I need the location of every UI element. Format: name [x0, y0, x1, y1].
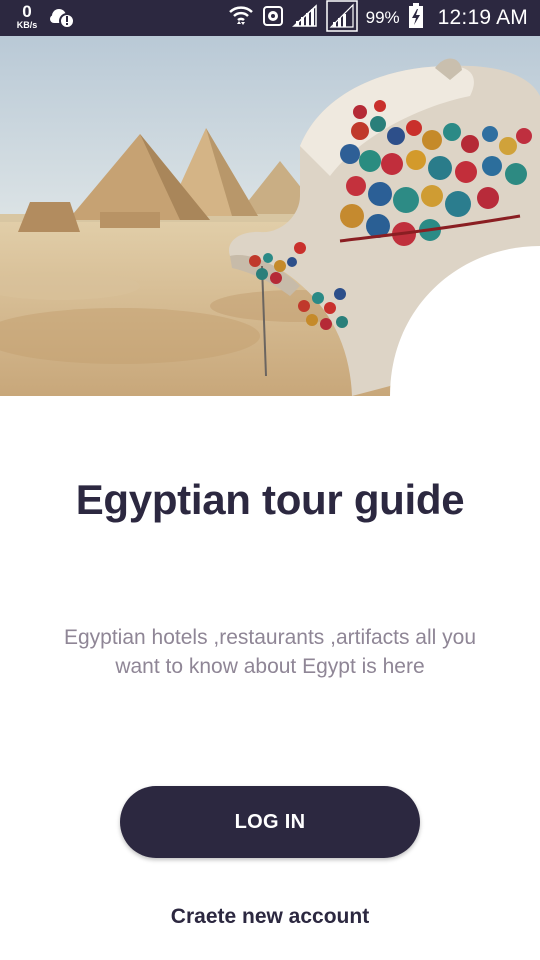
hero-image — [0, 36, 540, 396]
status-bar: 0 KB/s 99% 12:19 AM — [0, 0, 540, 36]
battery-charging-icon — [408, 2, 424, 34]
cloud-alert-icon — [50, 7, 76, 34]
status-right: 99% 12:19 AM — [228, 0, 528, 36]
welcome-screen: 0 KB/s 99% 12:19 AM Egyptian tour guide … — [0, 0, 540, 960]
signal-sim2-icon — [325, 0, 358, 37]
network-speed-value: 0 — [22, 2, 32, 21]
wifi-icon — [228, 3, 254, 34]
network-speed: 0 KB/s — [12, 3, 42, 30]
vpn-icon — [262, 5, 284, 32]
network-speed-unit: KB/s — [16, 20, 38, 30]
login-button[interactable]: LOG IN — [120, 786, 420, 858]
battery-percent: 99% — [365, 8, 400, 27]
app-tagline: Egyptian hotels ,restaurants ,artifacts … — [63, 626, 477, 678]
app-title: Egyptian tour guide — [75, 476, 465, 523]
signal-icon — [291, 3, 318, 33]
create-account-link[interactable]: Craete new account — [0, 905, 540, 929]
clock: 12:19 AM — [437, 6, 528, 29]
